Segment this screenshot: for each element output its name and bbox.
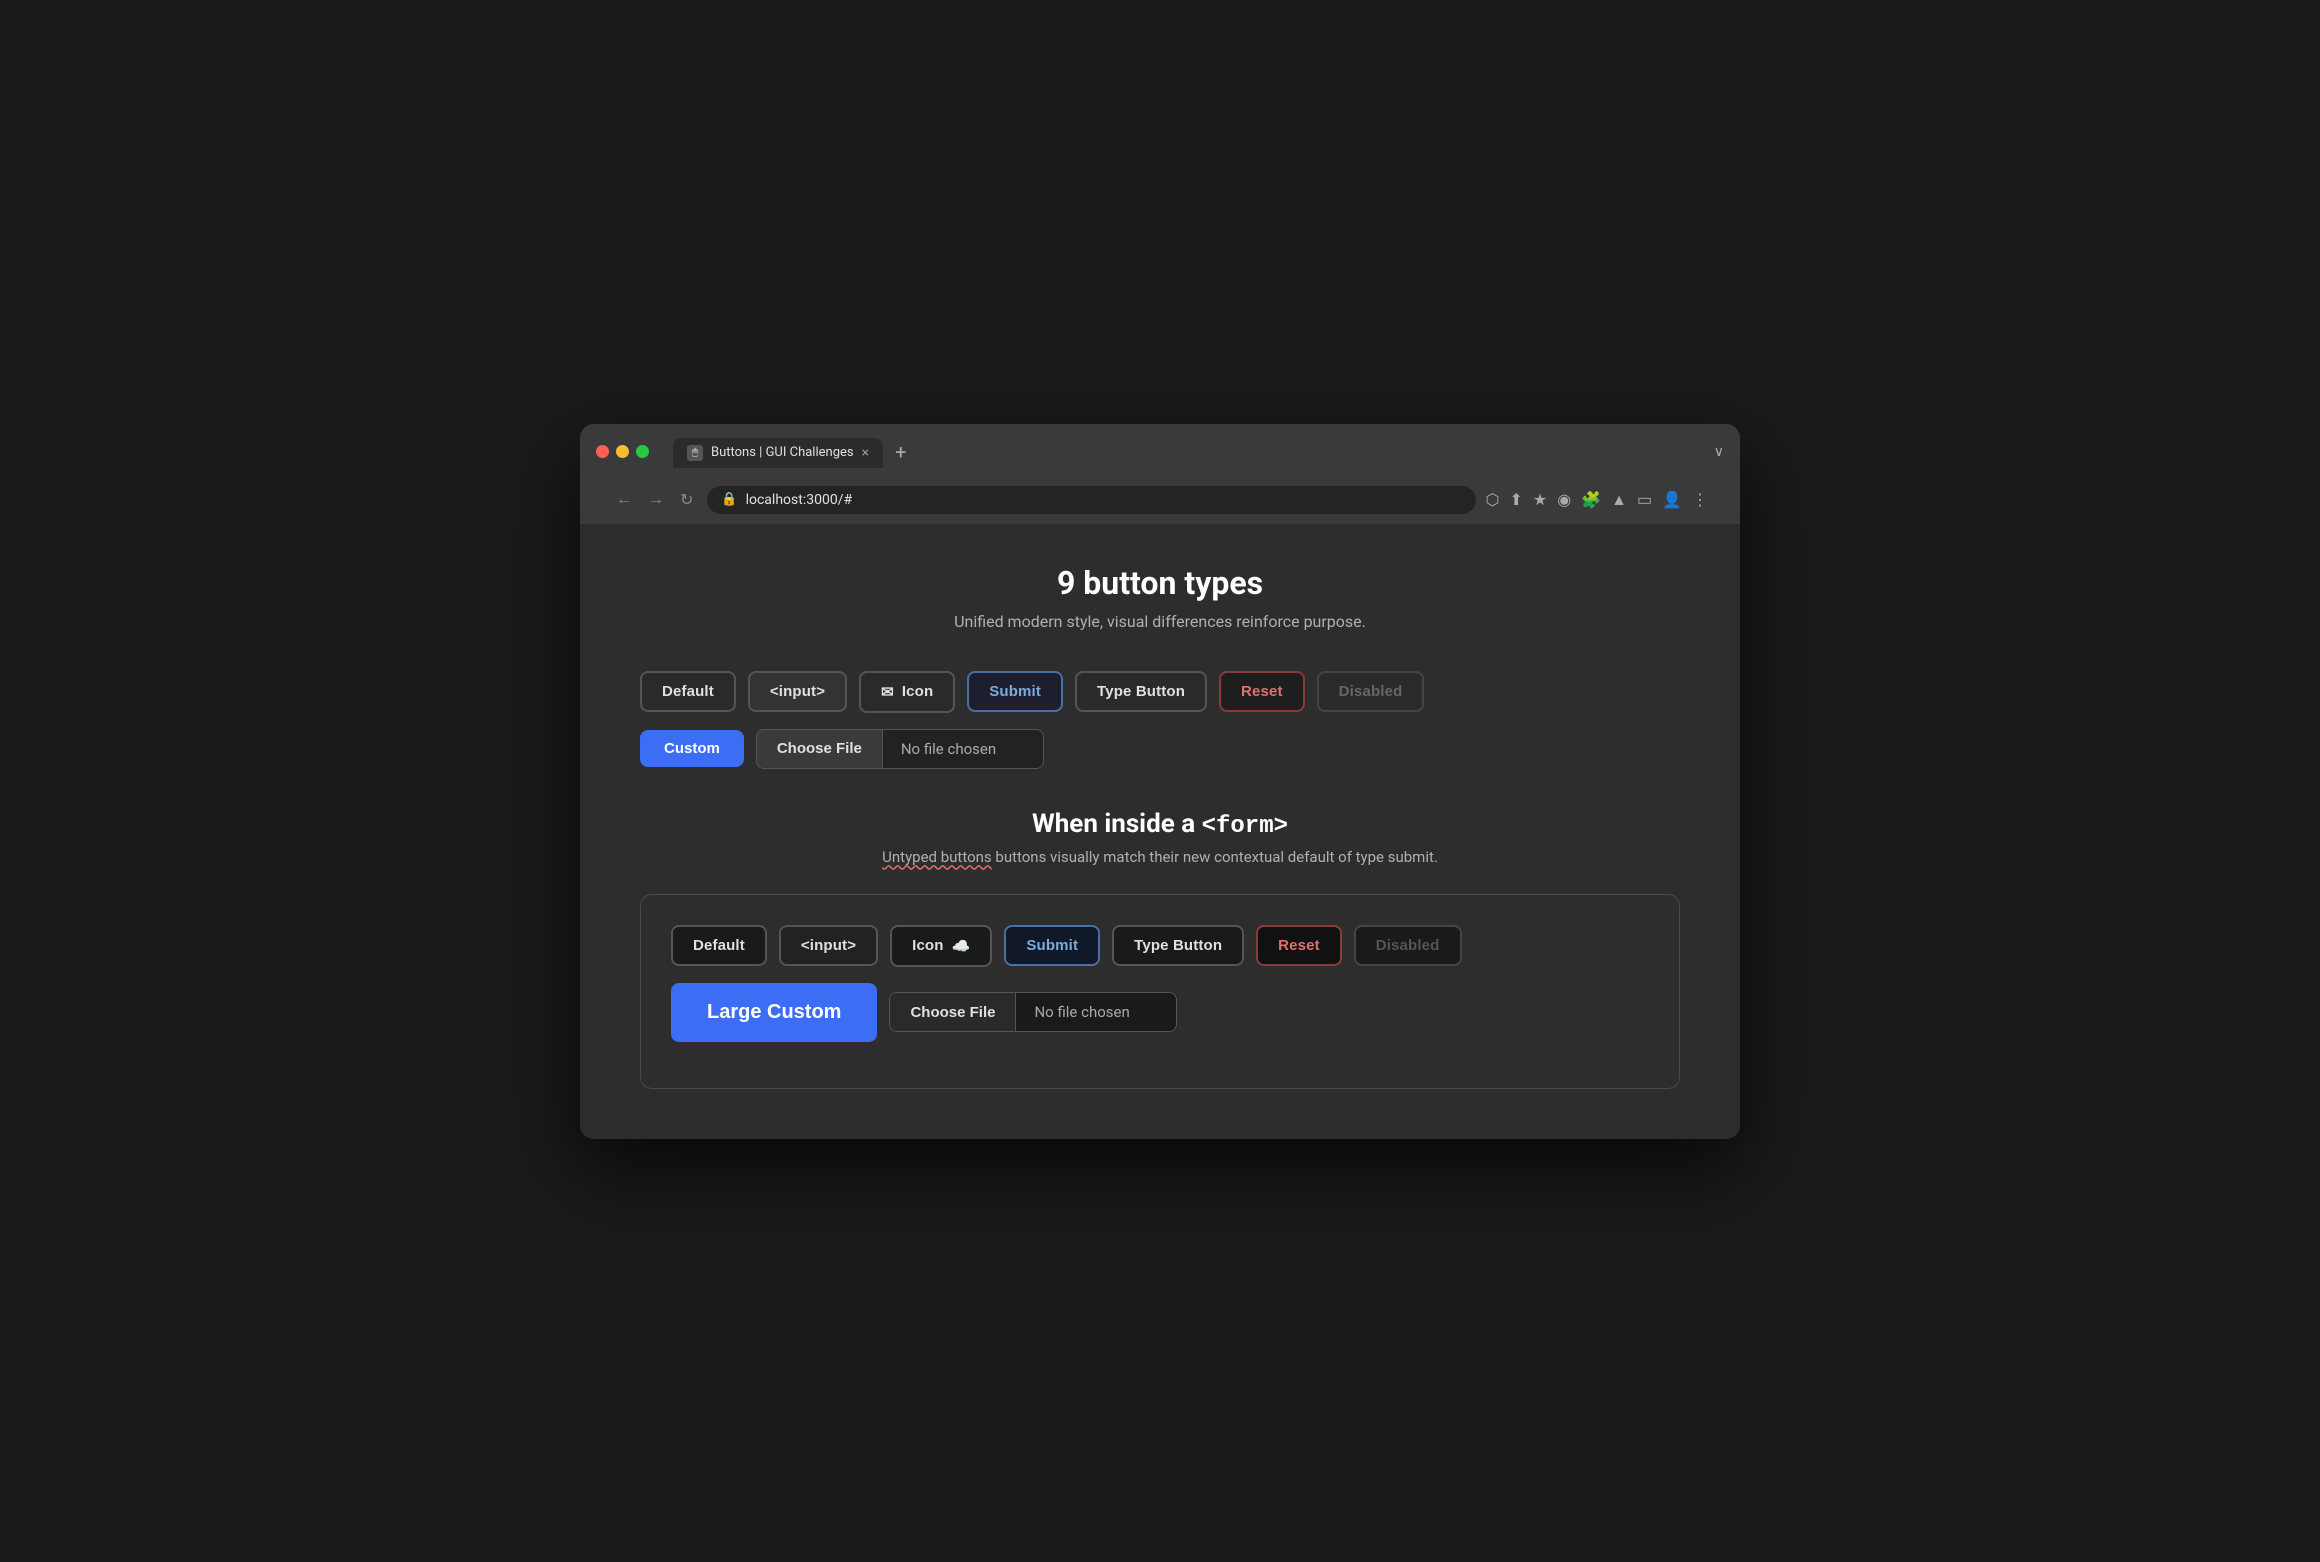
icon-button[interactable]: ✉ Icon: [859, 671, 955, 713]
default-button[interactable]: Default: [640, 671, 736, 712]
address-bar[interactable]: 🔒 localhost:3000/#: [707, 486, 1475, 514]
browser-window: 🖱 Buttons | GUI Challenges × + ∨ ← → ↻ 🔒…: [580, 424, 1740, 1139]
share-icon[interactable]: ⬆: [1509, 490, 1522, 509]
address-security-icon: 🔒: [721, 492, 737, 507]
toolbar-icons: ⬡ ⬆ ★ ◉ 🧩 ▲ ▭ 👤 ⋮: [1486, 490, 1709, 510]
form-custom-row: Large Custom Choose File No file chosen: [671, 983, 1649, 1042]
maximize-window-button[interactable]: [636, 445, 649, 458]
sidebar-icon[interactable]: ▭: [1637, 490, 1652, 509]
browser-tab-active[interactable]: 🖱 Buttons | GUI Challenges ×: [673, 438, 883, 468]
browser-content: 9 button types Unified modern style, vis…: [580, 524, 1740, 1139]
disabled-button: Disabled: [1317, 671, 1425, 712]
browser-controls: 🖱 Buttons | GUI Challenges × + ∨: [596, 436, 1724, 468]
cloud-icon: ☁️: [952, 937, 971, 955]
extension-icon-3[interactable]: ▲: [1611, 490, 1627, 510]
tab-end-controls: ∨: [1714, 444, 1724, 460]
tab-close-button[interactable]: ×: [862, 445, 869, 461]
form-section-title-pre: When inside a: [1032, 809, 1202, 839]
browser-addressbar: ← → ↻ 🔒 localhost:3000/# ⬡ ⬆ ★ ◉ 🧩 ▲ ▭ 👤…: [596, 478, 1724, 524]
form-icon-button[interactable]: Icon ☁️: [890, 925, 992, 967]
forward-button[interactable]: →: [644, 487, 668, 513]
back-button[interactable]: ←: [612, 487, 636, 513]
page-header: 9 button types Unified modern style, vis…: [640, 564, 1680, 631]
external-link-icon[interactable]: ⬡: [1486, 490, 1500, 509]
form-section-title-code: <form>: [1202, 813, 1288, 840]
top-button-row: Default <input> ✉ Icon Submit Type Butto…: [640, 671, 1680, 713]
input-button[interactable]: <input>: [748, 671, 847, 712]
untyped-buttons-text: Untyped buttons: [882, 848, 992, 866]
traffic-lights: [596, 445, 649, 458]
tab-favicon: 🖱: [687, 445, 703, 461]
extension-icon-1[interactable]: ◉: [1557, 490, 1571, 509]
top-custom-row: Custom Choose File No file chosen: [640, 729, 1680, 769]
no-file-chosen-label: No file chosen: [883, 730, 1043, 768]
new-tab-button[interactable]: +: [887, 436, 914, 468]
submit-button[interactable]: Submit: [967, 671, 1063, 712]
menu-icon[interactable]: ⋮: [1692, 490, 1708, 509]
page-subtitle: Unified modern style, visual differences…: [640, 612, 1680, 631]
nav-buttons: ← → ↻: [612, 486, 697, 514]
form-default-button[interactable]: Default: [671, 925, 767, 966]
page-title: 9 button types: [640, 564, 1680, 602]
form-section: When inside a <form> Untyped buttons but…: [640, 809, 1680, 1089]
refresh-button[interactable]: ↻: [676, 486, 697, 514]
form-box: Default <input> Icon ☁️ Submit Type Butt…: [640, 894, 1680, 1089]
large-custom-button[interactable]: Large Custom: [671, 983, 877, 1042]
type-button-button[interactable]: Type Button: [1075, 671, 1207, 712]
icon-button-label: Icon: [902, 683, 933, 700]
form-section-title: When inside a <form>: [640, 809, 1680, 840]
form-section-subtitle-rest: buttons visually match their new context…: [992, 848, 1438, 866]
close-window-button[interactable]: [596, 445, 609, 458]
choose-file-button[interactable]: Choose File: [757, 730, 883, 768]
extension-icon-2[interactable]: 🧩: [1581, 490, 1601, 509]
address-text: localhost:3000/#: [746, 492, 853, 508]
form-no-file-chosen-label: No file chosen: [1016, 993, 1176, 1031]
custom-button[interactable]: Custom: [640, 730, 744, 767]
form-input-button[interactable]: <input>: [779, 925, 878, 966]
form-type-button-button[interactable]: Type Button: [1112, 925, 1244, 966]
tab-title: Buttons | GUI Challenges: [711, 445, 854, 460]
form-choose-file-button[interactable]: Choose File: [890, 993, 1016, 1031]
reset-button[interactable]: Reset: [1219, 671, 1305, 712]
minimize-window-button[interactable]: [616, 445, 629, 458]
file-input-wrapper[interactable]: Choose File No file chosen: [756, 729, 1044, 769]
envelope-icon: ✉: [881, 683, 894, 701]
form-button-row: Default <input> Icon ☁️ Submit Type Butt…: [671, 925, 1649, 967]
form-section-header: When inside a <form> Untyped buttons but…: [640, 809, 1680, 866]
form-icon-button-label: Icon: [912, 937, 943, 954]
profile-icon[interactable]: 👤: [1662, 490, 1682, 509]
form-file-input-wrapper[interactable]: Choose File No file chosen: [889, 992, 1177, 1032]
form-submit-button[interactable]: Submit: [1004, 925, 1100, 966]
form-section-subtitle: Untyped buttons buttons visually match t…: [640, 848, 1680, 866]
form-reset-button[interactable]: Reset: [1256, 925, 1342, 966]
browser-titlebar: 🖱 Buttons | GUI Challenges × + ∨ ← → ↻ 🔒…: [580, 424, 1740, 524]
tab-bar: 🖱 Buttons | GUI Challenges × +: [673, 436, 1706, 468]
form-disabled-button: Disabled: [1354, 925, 1462, 966]
bookmark-icon[interactable]: ★: [1533, 490, 1547, 509]
